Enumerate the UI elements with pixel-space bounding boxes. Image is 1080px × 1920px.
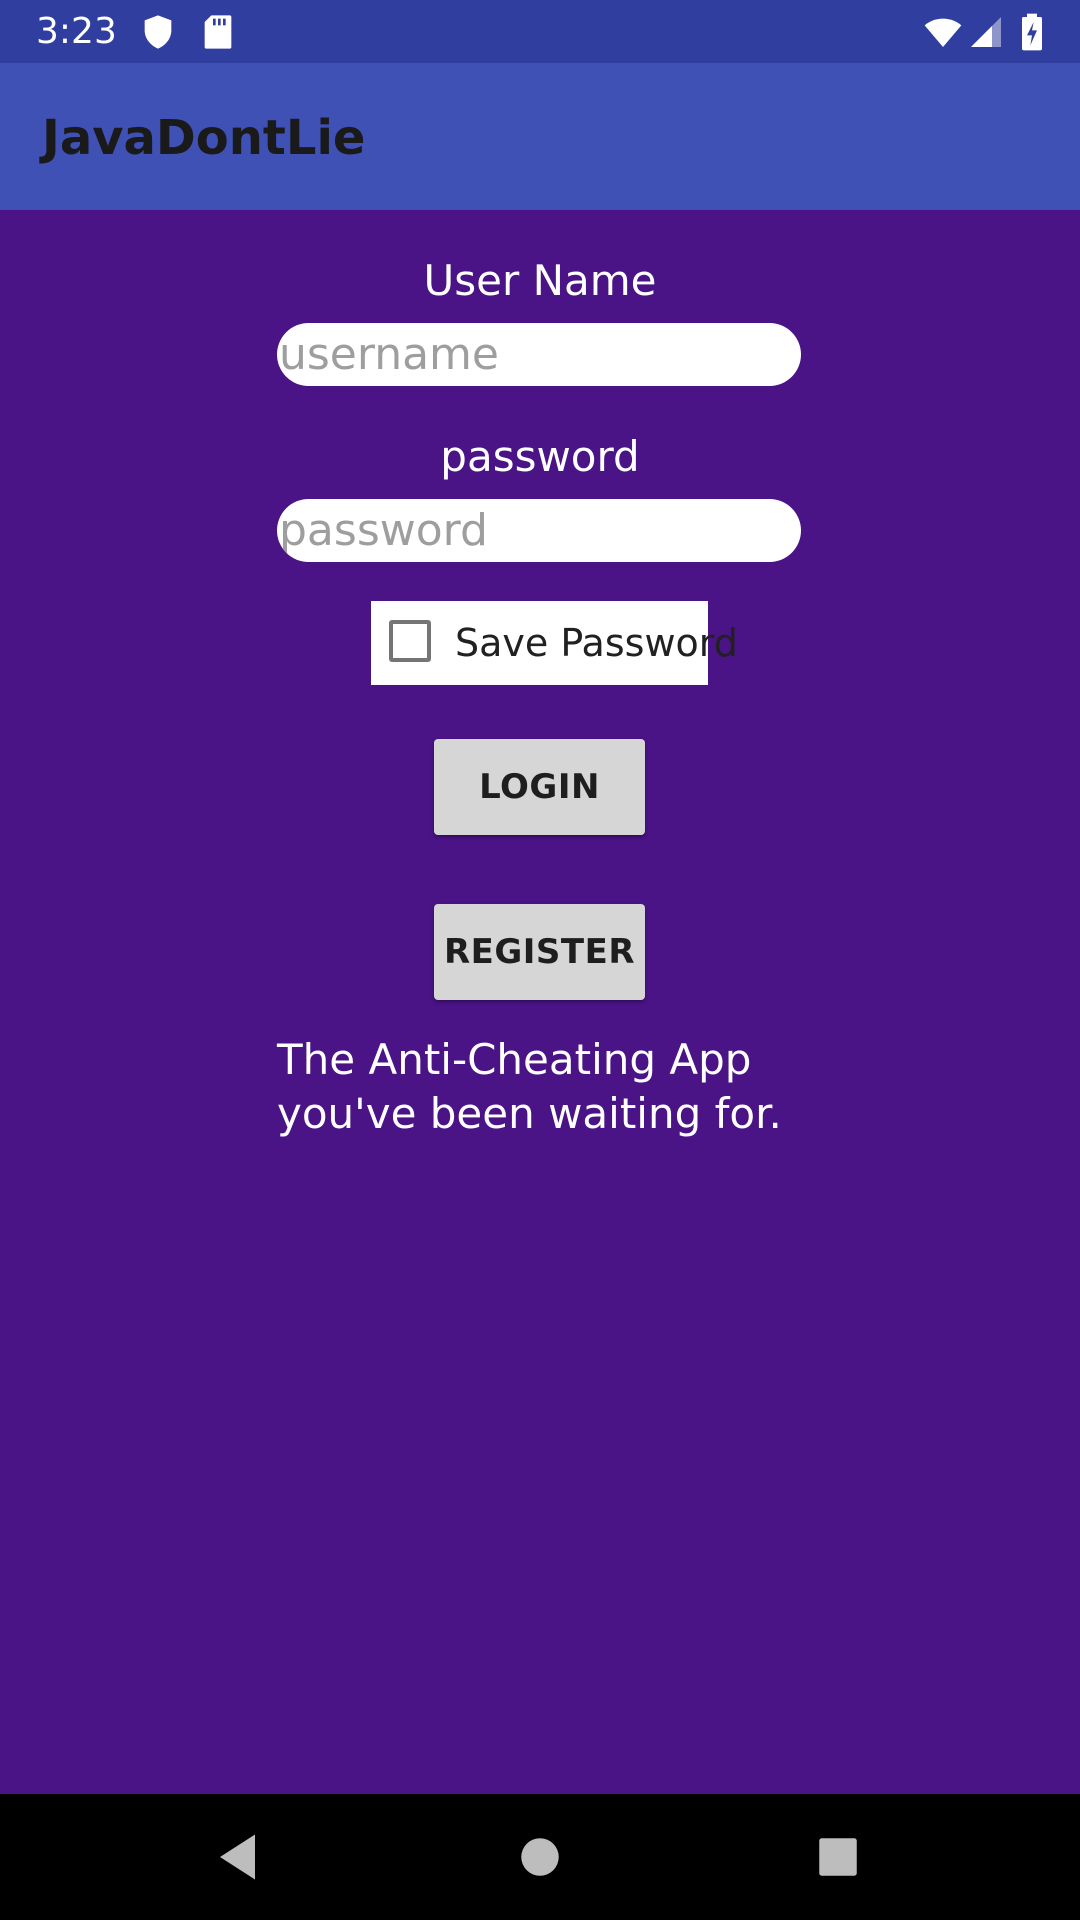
save-password-checkbox[interactable]: Save Password xyxy=(371,601,738,685)
app-title: JavaDontLie xyxy=(42,110,366,166)
status-bar: 3:23 xyxy=(0,0,1080,63)
password-label: password xyxy=(440,432,640,481)
sd-card-icon xyxy=(198,12,238,52)
navigation-bar xyxy=(0,1794,1080,1920)
recents-icon[interactable] xyxy=(808,1827,868,1887)
password-field[interactable] xyxy=(277,499,801,562)
tagline-line-1: The Anti-Cheating App xyxy=(277,1035,752,1084)
tagline: The Anti-Cheating App you've been waitin… xyxy=(277,1033,837,1141)
save-password-label: Save Password xyxy=(455,621,738,665)
shield-icon xyxy=(138,12,178,52)
username-field[interactable] xyxy=(277,323,801,386)
login-button[interactable]: LOGIN xyxy=(434,739,645,835)
tagline-line-2: you've been waiting for. xyxy=(277,1089,782,1138)
username-label: User Name xyxy=(423,256,657,305)
battery-charging-icon xyxy=(1016,12,1056,52)
app-bar: JavaDontLie xyxy=(0,63,1080,210)
checkbox-box[interactable] xyxy=(389,620,431,662)
signal-icon xyxy=(968,12,1008,52)
back-icon[interactable] xyxy=(210,1827,270,1887)
home-icon[interactable] xyxy=(510,1827,570,1887)
wifi-icon xyxy=(922,12,962,52)
register-button[interactable]: REGISTER xyxy=(434,904,645,1000)
login-screen: 3:23 JavaDontLie User Name password Save… xyxy=(0,0,1080,1920)
status-time: 3:23 xyxy=(36,11,117,52)
